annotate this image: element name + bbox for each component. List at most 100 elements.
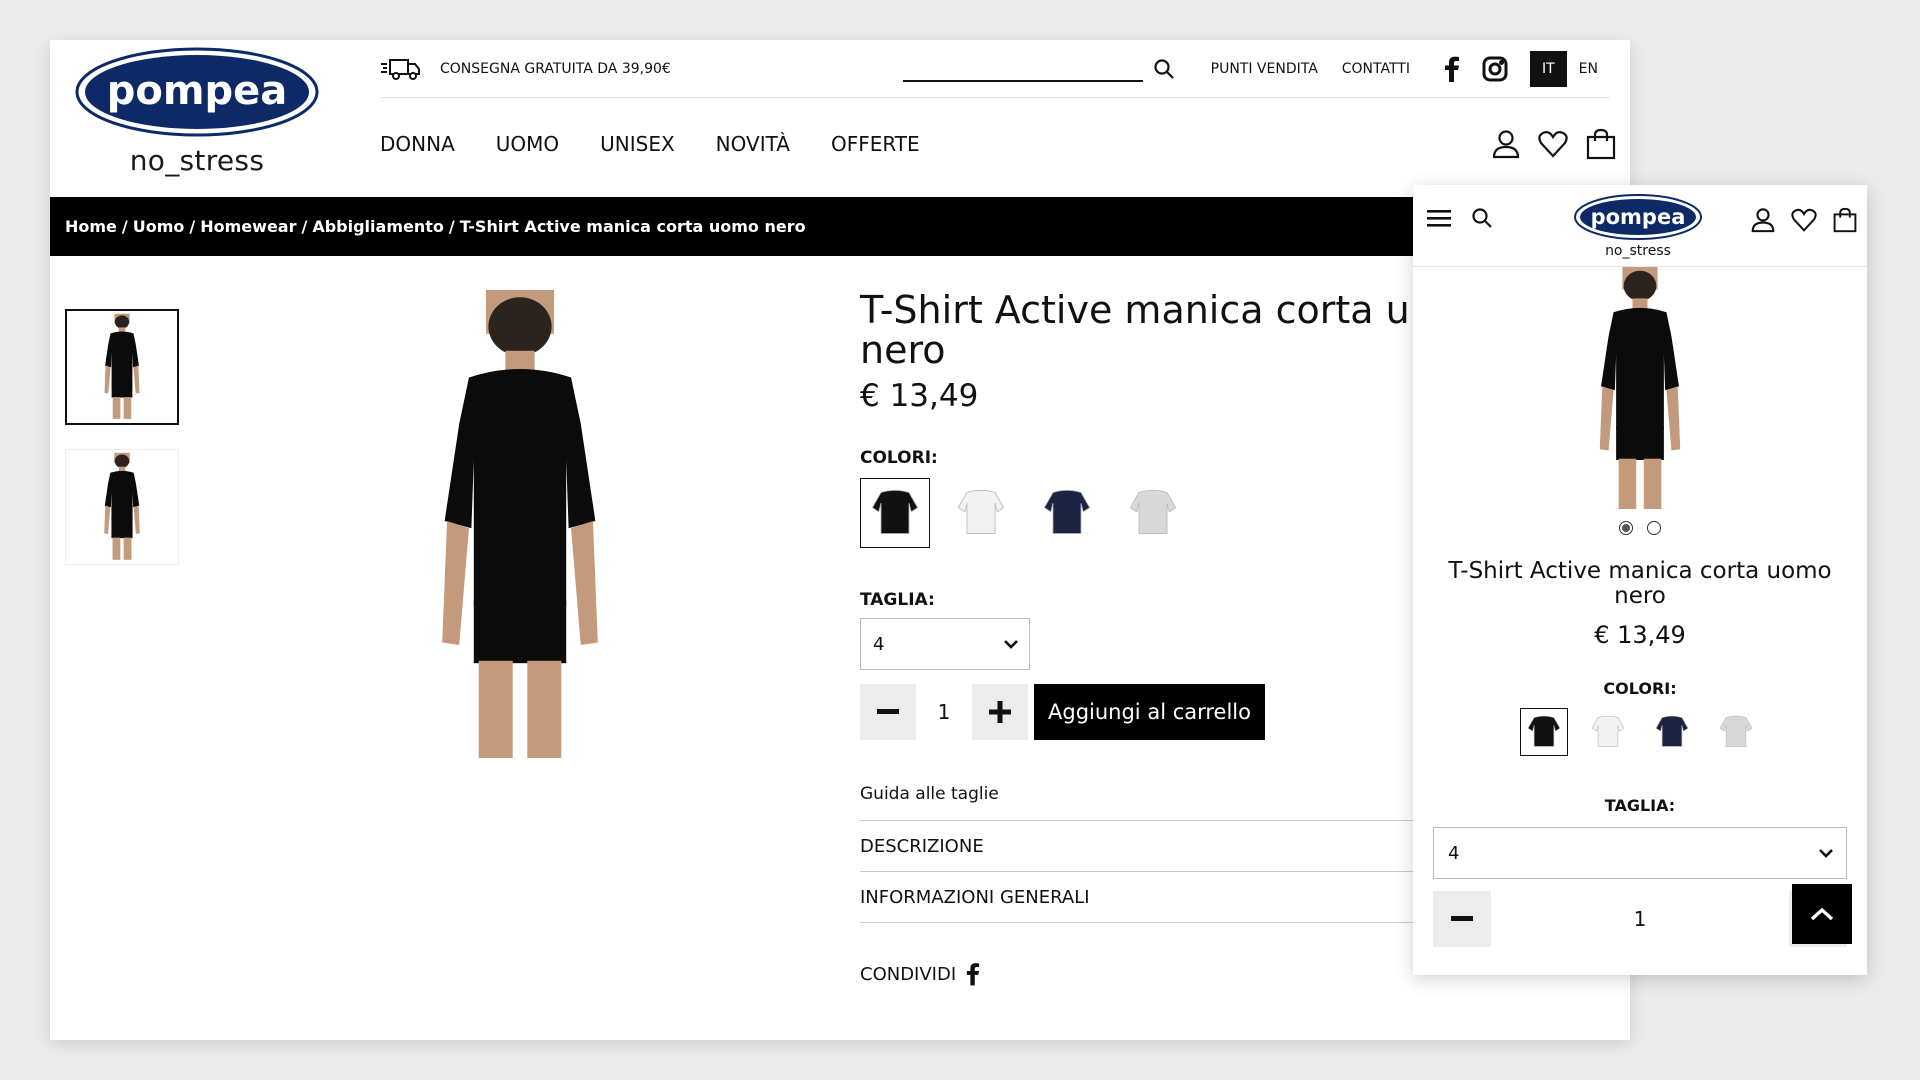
link-contatti[interactable]: CONTATTI: [1342, 61, 1410, 77]
crumb-homewear[interactable]: Homewear: [200, 217, 296, 236]
plus-icon: [989, 701, 1011, 723]
shirt-swatch-icon: [1655, 715, 1689, 747]
brand-tagline: no_stress: [129, 144, 265, 177]
user-icon[interactable]: [1492, 129, 1520, 159]
minus-icon: [877, 709, 899, 714]
brand-logo[interactable]: pompea no_stress: [74, 46, 320, 177]
instagram-icon[interactable]: [1482, 56, 1508, 82]
shirt-swatch-icon: [1591, 715, 1625, 747]
crumb-separator: /: [301, 217, 308, 236]
shirt-swatch-icon: [1043, 489, 1091, 535]
crumb-abbigliamento[interactable]: Abbigliamento: [312, 217, 444, 236]
accordion-descrizione[interactable]: DESCRIZIONE: [860, 821, 1460, 872]
color-swatch[interactable]: [946, 478, 1016, 548]
increase-button[interactable]: [972, 684, 1028, 740]
crumb-separator: /: [189, 217, 196, 236]
main-nav: DONNA UOMO UNISEX NOVITÀ OFFERTE: [380, 132, 920, 156]
crumb-uomo[interactable]: Uomo: [133, 217, 185, 236]
nav-uomo[interactable]: UOMO: [496, 132, 559, 156]
mobile-quantity-stepper: 1: [1433, 891, 1847, 947]
mobile-brand-tagline: no_stress: [1605, 243, 1671, 259]
back-to-top-button[interactable]: [1792, 884, 1852, 944]
lang-it[interactable]: IT: [1529, 50, 1567, 87]
share-label: CONDIVIDI: [860, 963, 957, 985]
quantity-value[interactable]: 1: [916, 700, 972, 724]
bag-icon[interactable]: [1586, 128, 1616, 160]
mobile-color-swatches: [1413, 708, 1867, 756]
nav-donna[interactable]: DONNA: [380, 132, 455, 156]
breadcrumb: Home / Uomo / Homewear / Abbigliamento /…: [50, 197, 1630, 256]
quantity-stepper: 1 Aggiungi al carrello: [860, 684, 1460, 740]
bag-icon[interactable]: [1833, 207, 1857, 233]
mobile-product-price: € 13,49: [1594, 621, 1686, 649]
thumbnail-2[interactable]: [65, 449, 179, 565]
menu-icon[interactable]: [1427, 208, 1451, 228]
crumb-current: T-Shirt Active manica corta uomo nero: [459, 217, 806, 236]
truck-icon: [381, 58, 420, 80]
nav-offerte[interactable]: OFFERTE: [831, 132, 920, 156]
carousel-dot[interactable]: [1647, 521, 1661, 535]
color-swatch[interactable]: [860, 478, 930, 548]
mobile-window: pompea no_stress T-Shirt Active manica c…: [1413, 185, 1867, 975]
arrow-up-icon: [1810, 907, 1834, 921]
mobile-product-title: T-Shirt Active manica corta uomo nero: [1448, 558, 1832, 609]
facebook-icon[interactable]: [966, 961, 980, 987]
mobile-size-label: TAGLIA:: [1604, 796, 1676, 815]
color-swatch[interactable]: [1520, 708, 1568, 756]
facebook-icon[interactable]: [1444, 56, 1460, 82]
carousel-dots: [1413, 521, 1867, 535]
mobile-size-select[interactable]: 4: [1433, 827, 1847, 879]
shipping-info: CONSEGNA GRATUITA DA 39,90€: [380, 56, 671, 82]
chevron-down-icon: [1004, 640, 1018, 649]
product-title: T-Shirt Active manica corta u nero: [860, 290, 1460, 370]
mobile-size-value: 4: [1448, 842, 1460, 864]
top-bar: CONSEGNA GRATUITA DA 39,90€ PUNTI VENDIT…: [380, 40, 1610, 98]
accordion-informazioni[interactable]: INFORMAZIONI GENERALI: [860, 872, 1460, 923]
user-icon[interactable]: [1751, 207, 1775, 233]
shirt-swatch-icon: [957, 489, 1005, 535]
thumbnail-1[interactable]: [65, 309, 179, 425]
link-punti-vendita[interactable]: PUNTI VENDITA: [1211, 61, 1318, 77]
product-title-line1: T-Shirt Active manica corta u: [860, 288, 1410, 332]
crumb-separator: /: [121, 217, 128, 236]
search-icon[interactable]: [1153, 58, 1175, 80]
color-swatch[interactable]: [1118, 478, 1188, 548]
crumb-separator: /: [448, 217, 455, 236]
color-swatch[interactable]: [1032, 478, 1102, 548]
chevron-down-icon: [1819, 849, 1833, 858]
shirt-swatch-icon: [871, 489, 919, 535]
shirt-swatch-icon: [1129, 489, 1177, 535]
nav-unisex[interactable]: UNISEX: [600, 132, 675, 156]
search-icon[interactable]: [1471, 207, 1493, 229]
size-value: 4: [873, 633, 885, 655]
decrease-button[interactable]: [860, 684, 916, 740]
color-swatch[interactable]: [1712, 708, 1760, 756]
color-swatch[interactable]: [1584, 708, 1632, 756]
color-swatch[interactable]: [1648, 708, 1696, 756]
shipping-text: CONSEGNA GRATUITA DA 39,90€: [440, 60, 671, 77]
shirt-swatch-icon: [1719, 715, 1753, 747]
heart-icon[interactable]: [1791, 208, 1817, 232]
lang-en[interactable]: EN: [1567, 51, 1610, 87]
product-title-line2: nero: [860, 328, 946, 372]
carousel-dot[interactable]: [1619, 521, 1633, 535]
size-label: TAGLIA:: [860, 590, 935, 610]
shirt-swatch-icon: [1527, 715, 1561, 747]
crumb-home[interactable]: Home: [65, 217, 117, 236]
mobile-decrease-button[interactable]: [1433, 891, 1491, 947]
product-price: € 13,49: [860, 378, 979, 414]
mobile-brand-logo[interactable]: pompea no_stress: [1573, 193, 1703, 259]
language-switch: IT EN: [1529, 50, 1610, 87]
minus-icon: [1451, 916, 1473, 921]
brand-name: pompea: [107, 68, 288, 114]
size-select[interactable]: 4: [860, 618, 1030, 670]
heart-icon[interactable]: [1538, 130, 1568, 158]
search-input[interactable]: [902, 56, 1143, 82]
mobile-quantity-value[interactable]: 1: [1491, 907, 1789, 931]
add-to-cart-button[interactable]: Aggiungi al carrello: [1034, 684, 1265, 740]
desktop-window: pompea no_stress CONSEGNA GRATUITA DA 39…: [50, 40, 1630, 1040]
color-swatches: [860, 478, 1460, 548]
nav-novita[interactable]: NOVITÀ: [716, 132, 790, 156]
size-guide-link[interactable]: Guida alle taglie: [860, 784, 1460, 804]
product-accordion: DESCRIZIONE INFORMAZIONI GENERALI: [860, 820, 1460, 923]
